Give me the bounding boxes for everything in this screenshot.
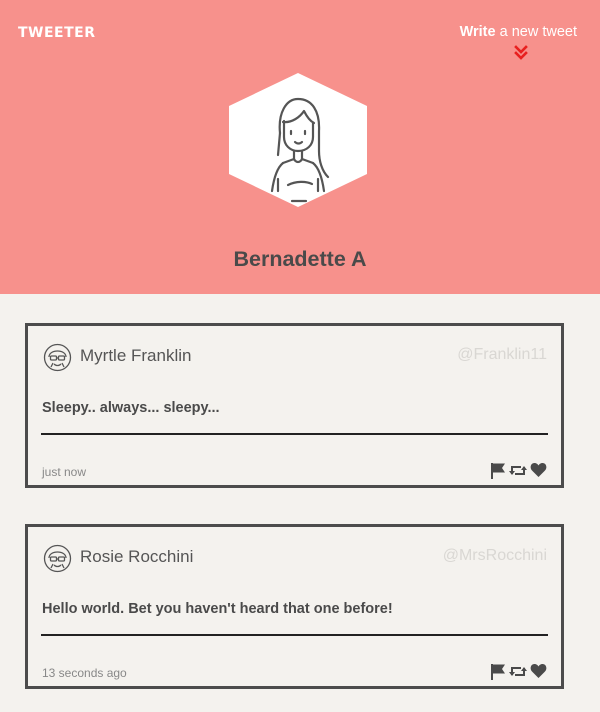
retweet-icon[interactable] bbox=[509, 663, 527, 680]
double-chevron-down-icon[interactable] bbox=[509, 43, 533, 63]
tweet-actions bbox=[490, 462, 548, 480]
tweet-text: Hello world. Bet you haven't heard that … bbox=[42, 601, 393, 617]
tweet-timestamp: 13 seconds ago bbox=[42, 666, 127, 680]
tweet-actions bbox=[490, 663, 548, 681]
user-avatar-icon bbox=[43, 544, 72, 573]
write-new-tweet-button[interactable]: Write a new tweet bbox=[460, 24, 577, 40]
tweet-text: Sleepy.. always... sleepy... bbox=[42, 400, 220, 416]
profile-header: TWEETER Write a new tweet Bernadette A bbox=[0, 0, 600, 294]
compose-label-rest: a new tweet bbox=[495, 24, 577, 40]
profile-avatar bbox=[229, 73, 367, 207]
user-avatar-icon bbox=[43, 343, 72, 372]
tweet-card: Rosie Rocchini @MrsRocchini Hello world.… bbox=[25, 524, 564, 689]
retweet-icon[interactable] bbox=[509, 462, 527, 479]
profile-name: Bernadette A bbox=[233, 247, 367, 271]
tweet-card: Myrtle Franklin @Franklin11 Sleepy.. alw… bbox=[25, 323, 564, 488]
flag-icon[interactable] bbox=[490, 663, 506, 680]
tweet-handle: @MrsRocchini bbox=[442, 547, 547, 564]
tweet-author: Rosie Rocchini bbox=[80, 547, 194, 566]
tweet-author: Myrtle Franklin bbox=[80, 346, 192, 365]
heart-icon[interactable] bbox=[530, 663, 547, 679]
tweet-handle: @Franklin11 bbox=[457, 346, 547, 363]
flag-icon[interactable] bbox=[490, 462, 506, 479]
compose-label-strong: Write bbox=[459, 24, 496, 40]
app-logo: TWEETER bbox=[18, 25, 96, 41]
heart-icon[interactable] bbox=[530, 462, 547, 478]
tweet-timestamp: just now bbox=[42, 465, 87, 479]
tweet-divider bbox=[41, 634, 548, 636]
tweet-divider bbox=[41, 433, 548, 435]
